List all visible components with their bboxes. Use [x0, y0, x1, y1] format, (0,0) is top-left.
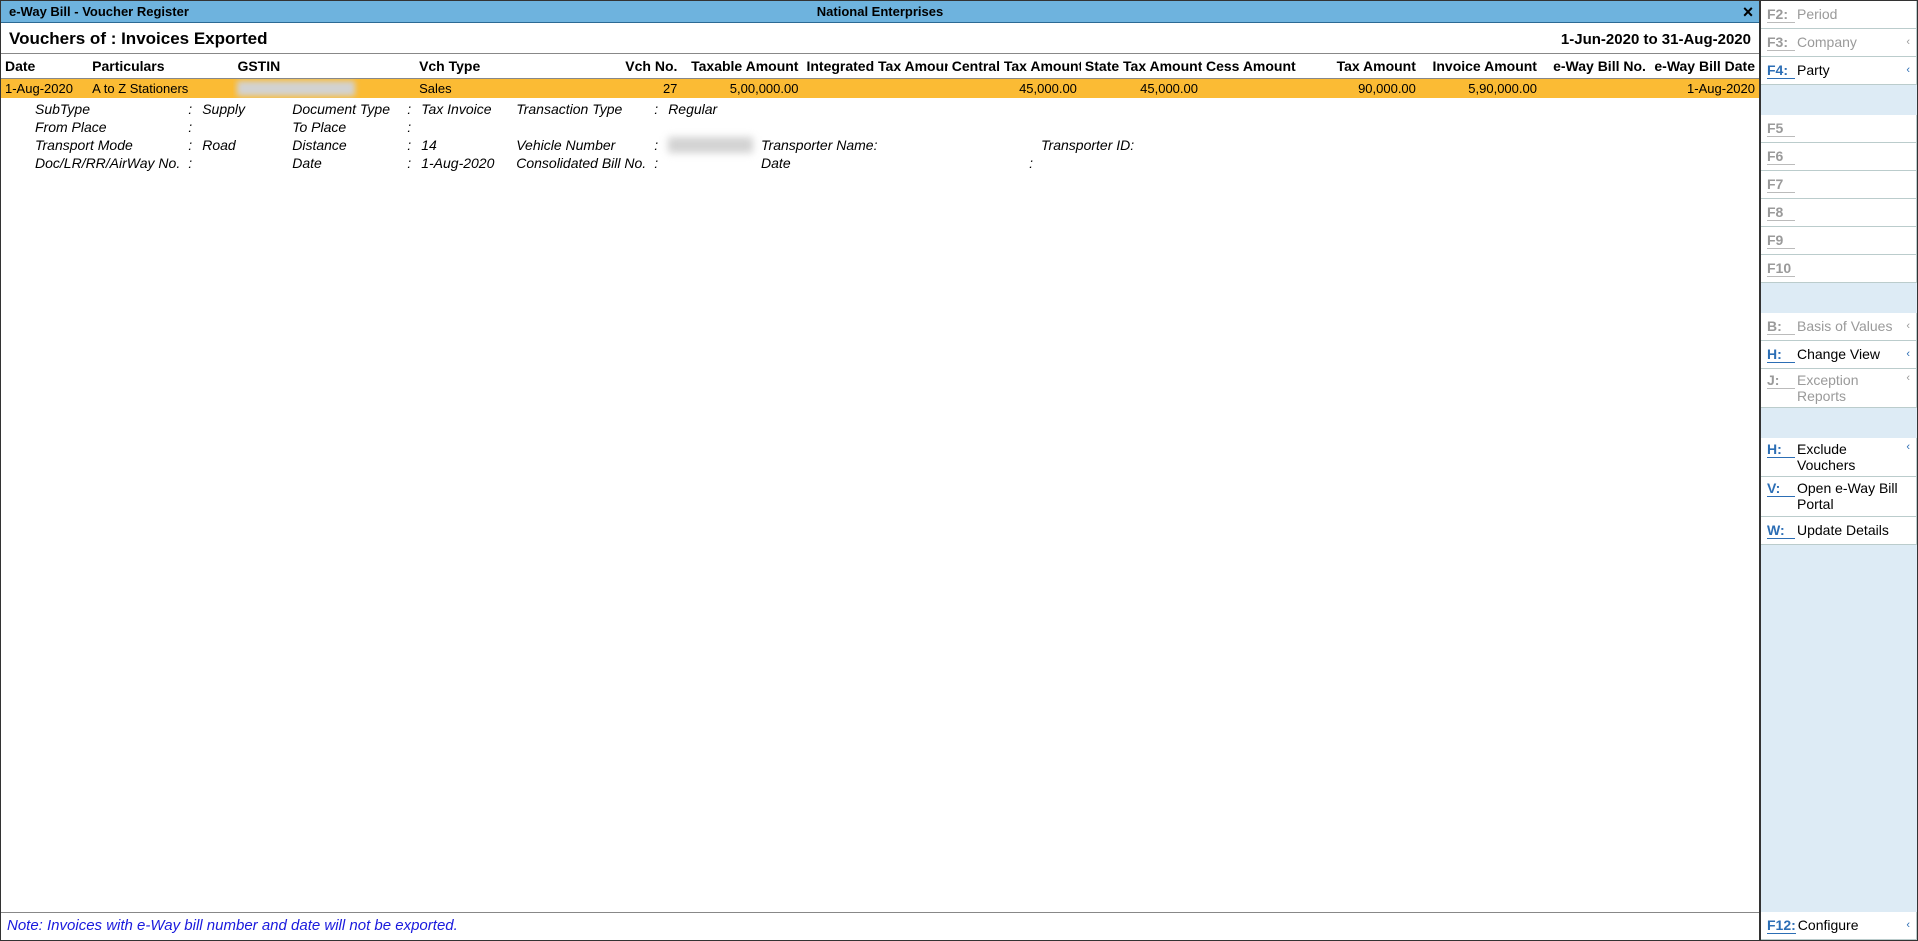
chevron-left-icon: ‹ [1906, 919, 1910, 932]
cell-taxable: 5,00,000.00 [681, 79, 802, 99]
btn-h-exclude[interactable]: H:Exclude Vouchers ‹ [1761, 438, 1917, 477]
cell-sgst: 45,000.00 [1081, 79, 1202, 99]
col-ewbdate: e-Way Bill Date [1650, 54, 1759, 79]
col-taxamt: Tax Amount [1299, 54, 1420, 79]
btn-j-exception[interactable]: J:Exception Reports ‹ [1761, 369, 1917, 408]
val-subtype: Supply [198, 100, 288, 118]
btn-f4-party[interactable]: F4:Party ‹ [1761, 57, 1917, 85]
chevron-left-icon: ‹ [1906, 348, 1910, 361]
chevron-left-icon: ‹ [1906, 441, 1910, 454]
btn-h-changeview[interactable]: H:Change View ‹ [1761, 341, 1917, 369]
btn-v-portal[interactable]: V:Open e-Way Bill Portal [1761, 477, 1917, 516]
val-docdate: 1-Aug-2020 [417, 154, 512, 172]
report-title: Vouchers of : Invoices Exported [9, 29, 268, 49]
lbl-txntype: Transaction Type [512, 100, 650, 118]
cell-date: 1-Aug-2020 [1, 79, 88, 99]
lbl-transporterid: Transporter ID: [1037, 136, 1138, 154]
lbl-distance: Distance [288, 136, 403, 154]
col-date: Date [1, 54, 88, 79]
val-doclr [198, 154, 288, 172]
titlebar-company: National Enterprises [817, 4, 943, 19]
col-gstin: GSTIN [233, 54, 415, 79]
voucher-detail: SubType: Supply Document Type: Tax Invoi… [1, 98, 1759, 172]
col-cess: Cess Amount [1202, 54, 1299, 79]
cell-igst [802, 79, 947, 99]
btn-w-update[interactable]: W:Update Details [1761, 517, 1917, 545]
col-invamt: Invoice Amount [1420, 54, 1541, 79]
titlebar: e-Way Bill - Voucher Register National E… [1, 1, 1759, 23]
grid-header-row: Date Particulars GSTIN Vch Type Vch No. … [1, 54, 1759, 79]
sidebar: F2:Period F3:Company ‹ F4:Party ‹ F5 F6 … [1761, 1, 1917, 940]
val-consbill [664, 154, 757, 172]
sidebar-spacer [1761, 283, 1917, 313]
val-vehicleno: KA51HA1234 [664, 136, 757, 154]
col-cgst: Central Tax Amount [948, 54, 1081, 79]
btn-f10: F10 [1761, 255, 1917, 283]
cell-cgst: 45,000.00 [948, 79, 1081, 99]
cell-cess [1202, 79, 1299, 99]
btn-f12-configure[interactable]: F12:Configure ‹ [1761, 912, 1917, 940]
col-igst: Integrated Tax Amount [802, 54, 947, 79]
voucher-grid: Date Particulars GSTIN Vch Type Vch No. … [1, 54, 1759, 98]
cell-ewbdate: 1-Aug-2020 [1650, 79, 1759, 99]
col-particulars: Particulars [88, 54, 233, 79]
val-transportmode: Road [198, 136, 288, 154]
lbl-fromplace: From Place [31, 118, 184, 136]
close-icon[interactable]: × [1737, 2, 1759, 22]
col-taxable: Taxable Amount [681, 54, 802, 79]
btn-f7: F7 [1761, 171, 1917, 199]
btn-b-basis[interactable]: B:Basis of Values ‹ [1761, 313, 1917, 341]
lbl-toplace: To Place [288, 118, 403, 136]
lbl-transportername: Transporter Name: [757, 136, 917, 154]
titlebar-left: e-Way Bill - Voucher Register [1, 4, 197, 19]
lbl-vehicleno: Vehicle Number [512, 136, 650, 154]
col-vchtype: Vch Type [415, 54, 572, 79]
btn-f8: F8 [1761, 199, 1917, 227]
col-ewbno: e-Way Bill No. [1541, 54, 1650, 79]
val-fromplace [198, 118, 288, 136]
report-subheader: Vouchers of : Invoices Exported 1-Jun-20… [1, 23, 1759, 54]
sidebar-flex [1761, 545, 1917, 912]
main-panel: e-Way Bill - Voucher Register National E… [1, 1, 1761, 940]
lbl-doctype: Document Type [288, 100, 403, 118]
chevron-left-icon: ‹ [1906, 36, 1910, 49]
btn-f3-company[interactable]: F3:Company ‹ [1761, 29, 1917, 57]
btn-f6: F6 [1761, 143, 1917, 171]
lbl-docdate: Date [288, 154, 403, 172]
val-transportername [917, 136, 1037, 154]
cell-taxamt: 90,000.00 [1299, 79, 1420, 99]
table-row[interactable]: 1-Aug-2020 A to Z Stationers 29AABCF9999… [1, 79, 1759, 99]
sidebar-spacer [1761, 85, 1917, 115]
lbl-doclr: Doc/LR/RR/AirWay No. [31, 154, 184, 172]
val-distance: 14 [417, 136, 512, 154]
report-period: 1-Jun-2020 to 31-Aug-2020 [1561, 31, 1751, 48]
cell-vchno: 27 [572, 79, 681, 99]
val-toplace [417, 118, 512, 136]
cell-invamt: 5,90,000.00 [1420, 79, 1541, 99]
val-transporterid [1138, 136, 1228, 154]
val-consdate [1037, 154, 1138, 172]
lbl-consdate: Date [757, 154, 917, 172]
chevron-left-icon: ‹ [1906, 64, 1910, 77]
col-vchno: Vch No. [572, 54, 681, 79]
footer-note: Note: Invoices with e-Way bill number an… [1, 912, 1759, 940]
lbl-transportmode: Transport Mode [31, 136, 184, 154]
cell-vchtype: Sales [415, 79, 572, 99]
btn-f2-period[interactable]: F2:Period [1761, 1, 1917, 29]
btn-f9: F9 [1761, 227, 1917, 255]
val-doctype: Tax Invoice [417, 100, 512, 118]
chevron-left-icon: ‹ [1906, 320, 1910, 333]
cell-party: A to Z Stationers [88, 79, 233, 99]
chevron-left-icon: ‹ [1906, 372, 1910, 385]
val-txntype: Regular [664, 100, 757, 118]
lbl-consbill: Consolidated Bill No. [512, 154, 650, 172]
btn-f5: F5 [1761, 115, 1917, 143]
cell-ewbno [1541, 79, 1650, 99]
sidebar-spacer [1761, 408, 1917, 438]
col-sgst: State Tax Amount [1081, 54, 1202, 79]
lbl-subtype: SubType [31, 100, 184, 118]
cell-gstin: 29AABCF9999K1Z6 [233, 79, 415, 99]
